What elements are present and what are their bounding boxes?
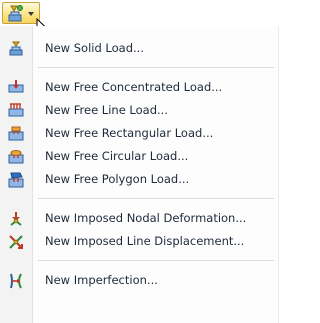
new-load-icon — [8, 5, 23, 22]
menu-item-label: New Free Concentrated Load... — [45, 80, 223, 94]
menu-item-new-free-circular-load[interactable]: New Free Circular Load... — [0, 146, 279, 168]
menu-item-label: New Imposed Nodal Deformation... — [45, 211, 247, 225]
menu-item-new-free-concentrated-load[interactable]: New Free Concentrated Load... — [0, 77, 279, 99]
menu-item-new-imposed-line-displacement[interactable]: New Imposed Line Displacement... — [0, 231, 279, 253]
imposed-line-displacement-icon — [9, 235, 23, 249]
menu-item-new-imperfection[interactable]: New Imperfection... — [0, 270, 279, 292]
imposed-nodal-deformation-icon — [10, 212, 22, 226]
new-load-menu: New Solid Load... New Free Concentrated … — [0, 26, 279, 323]
menu-separator — [38, 198, 274, 199]
menu-item-new-free-line-load[interactable]: New Free Line Load... — [0, 100, 279, 122]
solid-load-icon — [9, 41, 23, 56]
menu-item-label: New Free Rectangular Load... — [45, 126, 214, 140]
menu-separator — [38, 260, 274, 261]
imperfection-icon — [10, 273, 22, 289]
free-circular-load-icon — [8, 150, 24, 164]
menu-separator — [38, 67, 274, 68]
menu-item-label: New Imposed Line Displacement... — [45, 234, 245, 248]
menu-item-label: New Free Polygon Load... — [45, 172, 190, 186]
menu-item-label: New Solid Load... — [45, 41, 144, 55]
menu-item-new-free-polygon-load[interactable]: New Free Polygon Load... — [0, 169, 279, 191]
chevron-down-icon[interactable] — [28, 12, 34, 16]
menu-item-label: New Free Circular Load... — [45, 149, 189, 163]
new-load-dropdown-button[interactable] — [2, 2, 40, 24]
menu-item-new-imposed-nodal-deformation[interactable]: New Imposed Nodal Deformation... — [0, 208, 279, 230]
free-line-load-icon — [8, 103, 24, 117]
menu-item-label: New Free Line Load... — [45, 103, 168, 117]
free-concentrated-load-icon — [8, 80, 24, 93]
menu-item-new-free-rectangular-load[interactable]: New Free Rectangular Load... — [0, 123, 279, 145]
menu-item-new-solid-load[interactable]: New Solid Load... — [0, 38, 279, 60]
free-polygon-load-icon — [8, 172, 24, 188]
free-rectangular-load-icon — [8, 126, 24, 141]
menu-item-label: New Imperfection... — [45, 273, 158, 287]
